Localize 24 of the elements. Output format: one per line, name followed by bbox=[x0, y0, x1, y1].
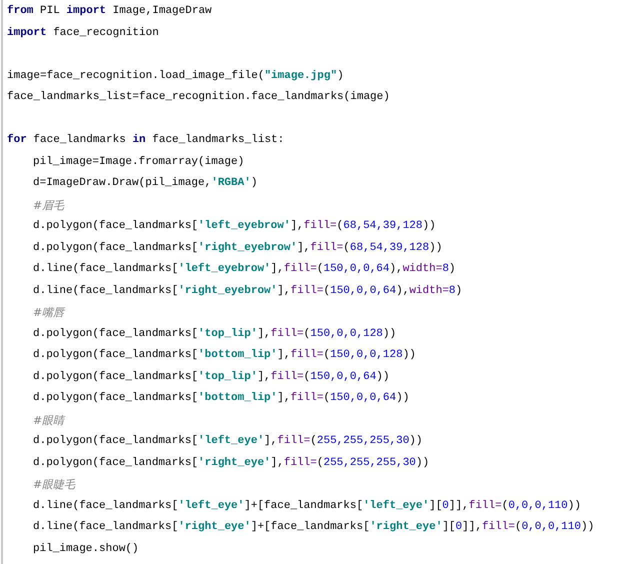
code-line: d.line(face_landmarks['right_eye']+[face_landmarks['right_eye'][0]],fill=(0,0,0,110)) bbox=[33, 520, 594, 535]
code-line: d.line(face_landmarks['right_eyebrow'],fill=(150,0,0,64),width=8) bbox=[33, 284, 462, 298]
code-line: d=ImageDraw.Draw(pil_image,'RGBA') bbox=[33, 176, 258, 191]
code-line: from PIL import Image,ImageDraw bbox=[7, 4, 212, 19]
code-line: d.polygon(face_landmarks['top_lip'],fill=(150,0,0,128)) bbox=[33, 326, 396, 342]
code-line: #眼睛 bbox=[33, 412, 64, 428]
code-line: d.polygon(face_landmarks['left_eye'],fill=(255,255,255,30)) bbox=[33, 434, 422, 449]
code-line: #眉毛 bbox=[33, 198, 64, 214]
code-line: pil_image=Image.fromarray(image) bbox=[33, 154, 244, 170]
code-line: #眼睫毛 bbox=[33, 477, 76, 493]
code-line: d.line(face_landmarks['left_eyebrow'],fill=(150,0,0,64),width=8) bbox=[33, 262, 456, 277]
code-line: d.polygon(face_landmarks['top_lip'],fill=(150,0,0,64)) bbox=[33, 370, 390, 384]
code-line: face_landmarks_list=face_recognition.face_landmarks(image) bbox=[7, 90, 390, 105]
code-line: import face_recognition bbox=[7, 26, 159, 40]
code-line: d.polygon(face_landmarks['bottom_lip'],fill=(150,0,0,64)) bbox=[33, 391, 410, 406]
code-line: #嘴唇 bbox=[33, 305, 64, 321]
code-line: d.polygon(face_landmarks['bottom_lip'],fill=(150,0,0,128)) bbox=[33, 348, 416, 363]
code-line: d.polygon(face_landmarks['right_eyebrow'],fill=(68,54,39,128)) bbox=[33, 240, 442, 256]
code-line: for face_landmarks in face_landmarks_list: bbox=[7, 132, 284, 148]
code-line: d.polygon(face_landmarks['left_eyebrow'],fill=(68,54,39,128)) bbox=[33, 218, 436, 234]
code-line: pil_image.show() bbox=[33, 542, 139, 556]
code-line: d.polygon(face_landmarks['right_eye'],fill=(255,255,255,30)) bbox=[33, 456, 430, 470]
code-line: image=face_recognition.load_image_file("image.jpg") bbox=[7, 68, 344, 84]
code-line: d.line(face_landmarks['left_eye']+[face_landmarks['left_eye'][0]],fill=(0,0,0,110)) bbox=[33, 498, 581, 514]
